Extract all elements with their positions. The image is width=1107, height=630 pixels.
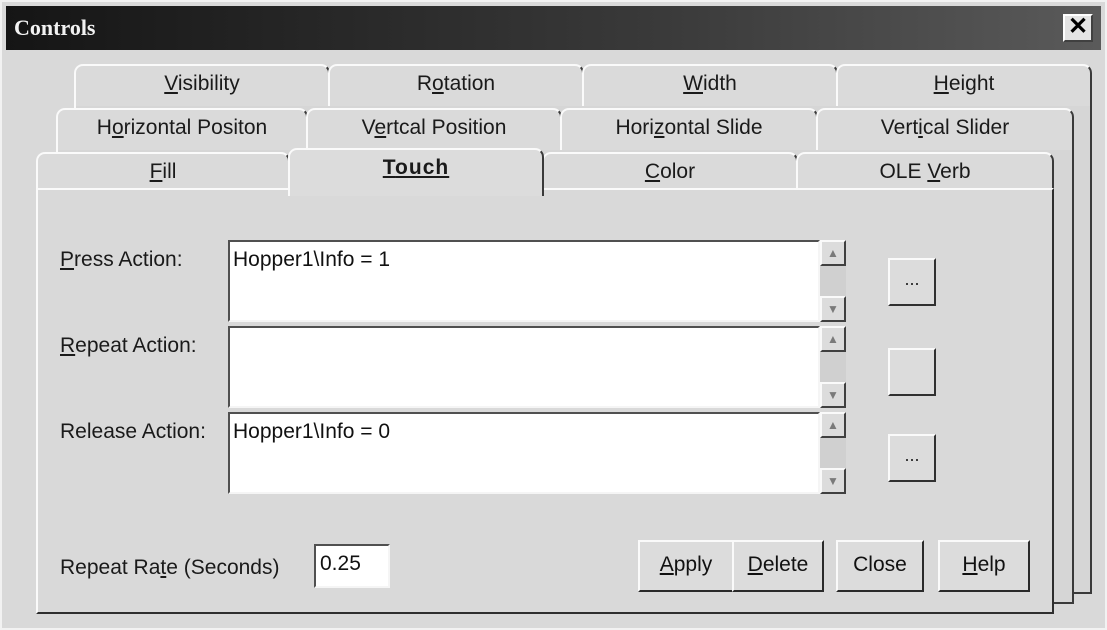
tab-vertical-slider[interactable]: Vertical Slider [816, 108, 1074, 150]
tab-visibility[interactable]: Visibility [74, 64, 330, 106]
close-button[interactable]: Close [836, 540, 924, 592]
delete-button[interactable]: Delete [732, 540, 824, 592]
scroll-up-icon[interactable]: ▲ [820, 326, 846, 352]
press-action-label: Press Action: [60, 248, 183, 271]
press-action-scrollbar[interactable]: ▲ ▼ [820, 240, 846, 322]
controls-dialog: Controls ✕ Visibility Rotation Width Hei… [0, 0, 1107, 630]
press-action-field[interactable]: Hopper1\Info = 1 [228, 240, 820, 322]
tab-vertical-position[interactable]: Vertcal Position [306, 108, 562, 150]
repeat-rate-input[interactable]: 0.25 [314, 544, 390, 588]
help-button[interactable]: Help [938, 540, 1030, 592]
repeat-action-field[interactable] [228, 326, 820, 408]
window-title: Controls [14, 15, 96, 40]
close-icon[interactable]: ✕ [1063, 14, 1093, 42]
repeat-rate-label: Repeat Rate (Seconds) [60, 556, 280, 579]
tab-horizontal-slider[interactable]: Horizontal Slide [560, 108, 818, 150]
release-action-field[interactable]: Hopper1\Info = 0 [228, 412, 820, 494]
title-bar[interactable]: Controls ✕ [6, 6, 1101, 50]
scroll-down-icon[interactable]: ▼ [820, 296, 846, 322]
tab-width[interactable]: Width [582, 64, 838, 106]
repeat-action-scrollbar[interactable]: ▲ ▼ [820, 326, 846, 408]
scroll-up-icon[interactable]: ▲ [820, 240, 846, 266]
press-action-browse-button[interactable]: ... [888, 258, 936, 306]
scroll-up-icon[interactable]: ▲ [820, 412, 846, 438]
tab-rotation[interactable]: Rotation [328, 64, 584, 106]
release-action-browse-button[interactable]: ... [888, 434, 936, 482]
tab-touch[interactable]: Touch [288, 148, 544, 196]
release-action-scrollbar[interactable]: ▲ ▼ [820, 412, 846, 494]
repeat-action-label: Repeat Action: [60, 334, 197, 357]
repeat-action-browse-button[interactable] [888, 348, 936, 396]
release-action-label: Release Action: [60, 420, 206, 443]
scroll-down-icon[interactable]: ▼ [820, 468, 846, 494]
tab-horizontal-position[interactable]: Horizontal Positon [56, 108, 308, 150]
scroll-down-icon[interactable]: ▼ [820, 382, 846, 408]
apply-button[interactable]: Apply [638, 540, 734, 592]
tab-height[interactable]: Height [836, 64, 1092, 106]
